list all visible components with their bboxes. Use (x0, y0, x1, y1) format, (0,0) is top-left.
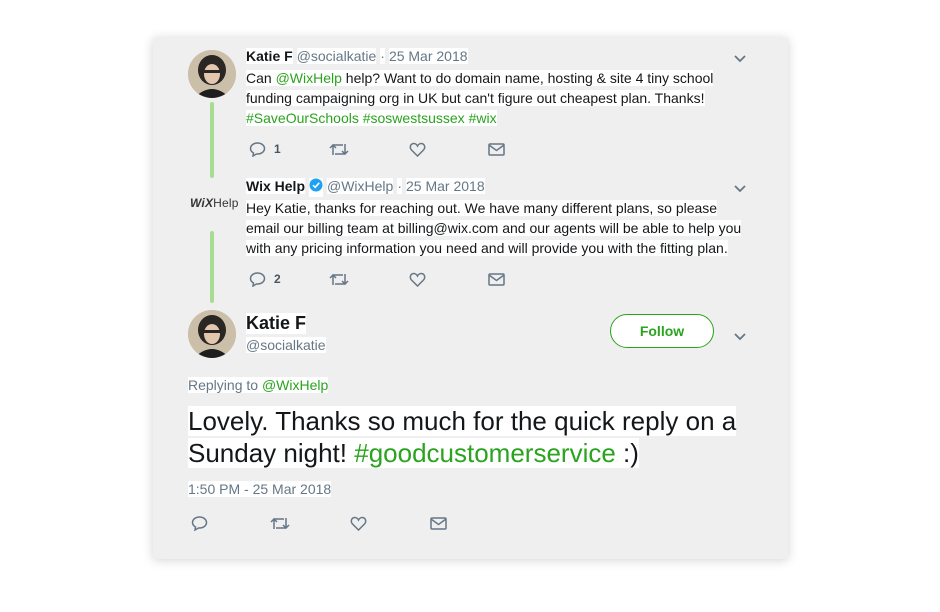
reply-count: 1 (274, 142, 281, 156)
envelope-icon (430, 517, 447, 530)
envelope-icon (488, 143, 505, 156)
retweet-button[interactable] (329, 272, 349, 287)
replying-to-label: Replying to (188, 377, 259, 393)
direct-message-button[interactable] (488, 273, 505, 286)
envelope-icon (488, 273, 505, 286)
tweet2-author-handle[interactable]: @WixHelp (327, 178, 394, 194)
avatar-katie[interactable] (188, 50, 236, 98)
main-timestamp[interactable]: 1:50 PM - 25 Mar 2018 (188, 481, 332, 497)
heart-icon (350, 516, 367, 531)
tweet2-text-body: Hey Katie, thanks for reaching out. We h… (246, 200, 742, 256)
tweet1-text-part: Can (246, 70, 276, 86)
dot-separator: · (380, 48, 385, 64)
tweet2-text: Hey Katie, thanks for reaching out. We h… (246, 198, 751, 258)
retweet-button[interactable] (270, 516, 290, 531)
heart-icon (409, 272, 426, 287)
thread-line (210, 231, 214, 303)
retweet-icon (329, 273, 349, 286)
heart-icon (409, 142, 426, 157)
reply-icon (249, 142, 266, 157)
chevron-down-icon[interactable] (733, 181, 747, 199)
hashtag-link[interactable]: #wix (468, 110, 497, 126)
wix-logo-rest: Help (213, 196, 239, 210)
mention-link[interactable]: @WixHelp (261, 377, 329, 393)
wix-logo-bold: WiX (190, 196, 214, 210)
replying-to: Replying to @WixHelp (188, 377, 329, 393)
main-author-name[interactable]: Katie F (246, 313, 307, 334)
follow-button[interactable]: Follow (610, 314, 714, 348)
hashtag-link[interactable]: #soswestsussex (362, 110, 465, 126)
like-button[interactable] (350, 516, 367, 531)
retweet-button[interactable] (329, 142, 349, 157)
tweet1-author-handle[interactable]: @socialkatie (296, 48, 377, 64)
like-button[interactable] (409, 272, 426, 287)
retweet-icon (329, 143, 349, 156)
tweet1-text: Can @WixHelp help? Want to do domain nam… (246, 68, 726, 128)
avatar-katie[interactable] (188, 310, 236, 358)
tweet2-date[interactable]: 25 Mar 2018 (406, 178, 485, 194)
tweet1-header: Katie F @socialkatie · 25 Mar 2018 (246, 48, 468, 64)
mention-link[interactable]: @WixHelp (275, 70, 342, 86)
reply-icon (249, 272, 266, 287)
timestamp-text: 1:50 PM - 25 Mar 2018 (188, 481, 332, 497)
tweet-thread-card: Katie F @socialkatie · 25 Mar 2018 Can @… (153, 38, 788, 559)
direct-message-button[interactable] (488, 143, 505, 156)
reply-button[interactable]: 2 (249, 271, 281, 287)
wix-help-logo[interactable]: WiXHelp (190, 196, 239, 210)
main-tweet-text: Lovely. Thanks so much for the quick rep… (188, 405, 763, 469)
reply-count: 2 (274, 272, 281, 286)
main-author-handle[interactable]: @socialkatie (246, 337, 326, 353)
like-button[interactable] (409, 142, 426, 157)
hashtag-link[interactable]: #goodcustomerservice (354, 438, 616, 468)
tweet2-author-name[interactable]: Wix Help (246, 178, 305, 194)
reply-icon (191, 516, 208, 531)
direct-message-button[interactable] (430, 517, 447, 530)
tweet1-date[interactable]: 25 Mar 2018 (388, 48, 468, 64)
tweet2-header: Wix Help @WixHelp · 25 Mar 2018 (246, 178, 485, 197)
verified-badge-icon (309, 178, 323, 197)
main-author: Katie F @socialkatie (246, 313, 326, 355)
chevron-down-icon[interactable] (733, 329, 747, 347)
reply-button[interactable] (191, 515, 208, 531)
thread-line (210, 102, 214, 178)
reply-button[interactable]: 1 (249, 141, 281, 157)
retweet-icon (270, 517, 290, 530)
main-text-part: :) (615, 438, 639, 468)
hashtag-link[interactable]: #SaveOurSchools (246, 110, 359, 126)
chevron-down-icon[interactable] (733, 51, 747, 69)
dot-separator: · (397, 178, 403, 194)
tweet1-author-name[interactable]: Katie F (246, 48, 293, 64)
